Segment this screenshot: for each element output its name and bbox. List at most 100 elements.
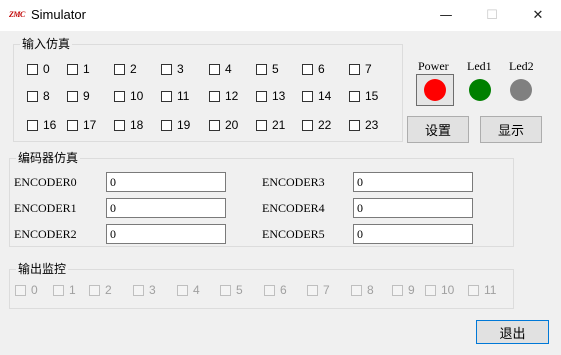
checkbox-label: 2 <box>130 62 137 76</box>
checkbox-box <box>53 284 64 296</box>
encoder-input[interactable]: 0 <box>106 172 226 192</box>
checkbox-box <box>307 284 318 296</box>
input-checkbox[interactable]: 21 <box>256 118 285 132</box>
checkbox-box[interactable] <box>302 119 313 131</box>
title-bar: ZMC Simulator — ☐ ✕ <box>0 0 561 31</box>
checkbox-box[interactable] <box>114 119 125 131</box>
input-group-legend: 输入仿真 <box>20 36 73 52</box>
input-checkbox[interactable]: 6 <box>302 62 325 76</box>
close-button[interactable]: ✕ <box>515 0 561 31</box>
output-checkbox: 4 <box>177 283 200 297</box>
input-checkbox[interactable]: 3 <box>161 62 184 76</box>
input-checkbox[interactable]: 22 <box>302 118 331 132</box>
checkbox-box[interactable] <box>67 90 78 102</box>
checkbox-label: 10 <box>441 283 455 297</box>
input-checkbox[interactable]: 9 <box>67 89 90 103</box>
output-checkbox: 3 <box>133 283 156 297</box>
output-checkbox: 0 <box>15 283 38 297</box>
input-checkbox[interactable]: 15 <box>349 89 378 103</box>
input-checkbox[interactable]: 19 <box>161 118 190 132</box>
exit-button[interactable]: 退出 <box>476 320 549 344</box>
input-checkbox[interactable]: 17 <box>67 118 96 132</box>
input-checkbox[interactable]: 2 <box>114 62 137 76</box>
checkbox-box[interactable] <box>161 119 172 131</box>
checkbox-box[interactable] <box>349 119 360 131</box>
checkbox-box <box>351 284 362 296</box>
checkbox-label: 6 <box>280 283 287 297</box>
encoder-label: ENCODER0 <box>14 175 77 189</box>
checkbox-box[interactable] <box>302 63 313 75</box>
output-checkbox: 1 <box>53 283 76 297</box>
checkbox-label: 23 <box>365 118 379 132</box>
output-checkbox: 8 <box>351 283 374 297</box>
checkbox-box[interactable] <box>209 119 220 131</box>
checkbox-box <box>468 284 479 296</box>
encoder-input[interactable]: 0 <box>106 224 226 244</box>
checkbox-box <box>425 284 436 296</box>
input-checkbox[interactable]: 20 <box>209 118 238 132</box>
checkbox-box[interactable] <box>27 90 38 102</box>
encoder-input[interactable]: 0 <box>106 198 226 218</box>
checkbox-box[interactable] <box>27 63 38 75</box>
checkbox-box[interactable] <box>256 90 267 102</box>
checkbox-label: 4 <box>225 62 232 76</box>
input-checkbox[interactable]: 16 <box>27 118 56 132</box>
input-checkbox[interactable]: 7 <box>349 62 372 76</box>
display-button[interactable]: 显示 <box>480 116 542 143</box>
output-checkbox: 10 <box>425 283 454 297</box>
checkbox-label: 15 <box>365 89 379 103</box>
checkbox-box[interactable] <box>209 63 220 75</box>
checkbox-box[interactable] <box>256 119 267 131</box>
input-checkbox[interactable]: 11 <box>161 89 189 103</box>
checkbox-label: 8 <box>43 89 50 103</box>
encoder-label: ENCODER2 <box>14 227 77 241</box>
input-checkbox[interactable]: 4 <box>209 62 232 76</box>
encoder-label: ENCODER4 <box>262 201 325 215</box>
app-logo-icon: ZMC <box>9 10 25 19</box>
input-checkbox[interactable]: 0 <box>27 62 50 76</box>
checkbox-box[interactable] <box>349 63 360 75</box>
checkbox-label: 2 <box>105 283 112 297</box>
checkbox-label: 3 <box>177 62 184 76</box>
input-checkbox[interactable]: 10 <box>114 89 143 103</box>
checkbox-box[interactable] <box>349 90 360 102</box>
checkbox-label: 14 <box>318 89 332 103</box>
checkbox-box[interactable] <box>27 119 38 131</box>
encoder-input[interactable]: 0 <box>353 224 473 244</box>
encoder-input[interactable]: 0 <box>353 172 473 192</box>
checkbox-label: 18 <box>130 118 144 132</box>
checkbox-box[interactable] <box>161 90 172 102</box>
minimize-icon: — <box>439 8 453 23</box>
input-checkbox[interactable]: 12 <box>209 89 238 103</box>
minimize-button[interactable]: — <box>423 0 469 31</box>
checkbox-box[interactable] <box>209 90 220 102</box>
checkbox-box[interactable] <box>161 63 172 75</box>
led2-label: Led2 <box>509 59 534 73</box>
input-checkbox[interactable]: 8 <box>27 89 50 103</box>
encoder-input[interactable]: 0 <box>353 198 473 218</box>
checkbox-label: 12 <box>225 89 239 103</box>
checkbox-box[interactable] <box>256 63 267 75</box>
input-checkbox[interactable]: 18 <box>114 118 143 132</box>
checkbox-box[interactable] <box>302 90 313 102</box>
checkbox-label: 1 <box>69 283 76 297</box>
input-checkbox[interactable]: 1 <box>67 62 90 76</box>
output-checkbox: 2 <box>89 283 112 297</box>
input-checkbox[interactable]: 13 <box>256 89 285 103</box>
checkbox-box[interactable] <box>114 90 125 102</box>
checkbox-label: 22 <box>318 118 332 132</box>
input-checkbox[interactable]: 14 <box>302 89 331 103</box>
checkbox-box[interactable] <box>67 119 78 131</box>
input-checkbox[interactable]: 5 <box>256 62 279 76</box>
checkbox-box[interactable] <box>114 63 125 75</box>
checkbox-label: 9 <box>408 283 415 297</box>
checkbox-label: 4 <box>193 283 200 297</box>
checkbox-box <box>89 284 100 296</box>
settings-button[interactable]: 设置 <box>407 116 469 143</box>
power-label: Power <box>418 59 449 73</box>
input-checkbox[interactable]: 23 <box>349 118 378 132</box>
checkbox-label: 17 <box>83 118 97 132</box>
checkbox-label: 10 <box>130 89 144 103</box>
encoder-label: ENCODER5 <box>262 227 325 241</box>
checkbox-box[interactable] <box>67 63 78 75</box>
